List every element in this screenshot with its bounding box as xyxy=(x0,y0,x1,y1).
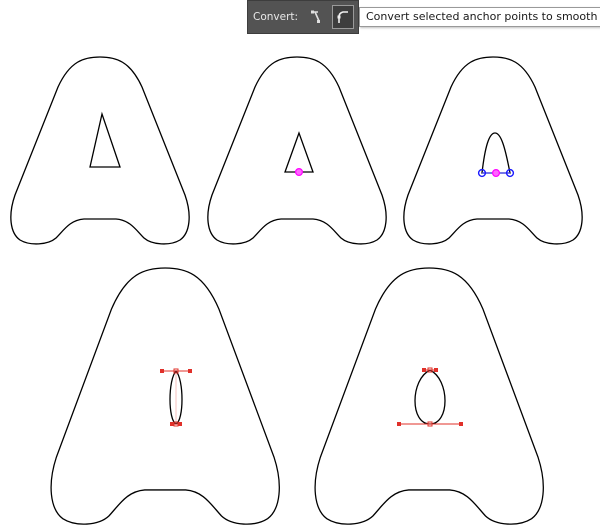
counter-rounded xyxy=(481,132,511,174)
handle-left-bottom[interactable] xyxy=(170,422,174,426)
handle-right-top[interactable] xyxy=(434,368,438,372)
handle-left-bottom[interactable] xyxy=(397,422,401,426)
counter-triangle xyxy=(284,131,314,173)
handle-left-top[interactable] xyxy=(160,369,164,373)
counter-narrow-smooth xyxy=(160,368,192,427)
artboard xyxy=(10,56,583,525)
handle-right-bottom[interactable] xyxy=(459,422,463,426)
counter-triangle xyxy=(89,111,121,168)
counter-rounded-smooth xyxy=(397,367,463,427)
letter-a-step-3 xyxy=(403,56,583,245)
handle-right-bottom[interactable] xyxy=(178,422,182,426)
letter-a-step-2 xyxy=(207,56,387,245)
letter-a-step-1 xyxy=(10,56,190,245)
letter-a-step-4 xyxy=(50,267,280,525)
handle-left-top[interactable] xyxy=(422,368,426,372)
handle-right-top[interactable] xyxy=(188,369,192,373)
anchor-point-center[interactable] xyxy=(491,168,500,177)
anchor-point-selected[interactable] xyxy=(294,167,303,176)
letter-a-step-5 xyxy=(314,267,544,525)
